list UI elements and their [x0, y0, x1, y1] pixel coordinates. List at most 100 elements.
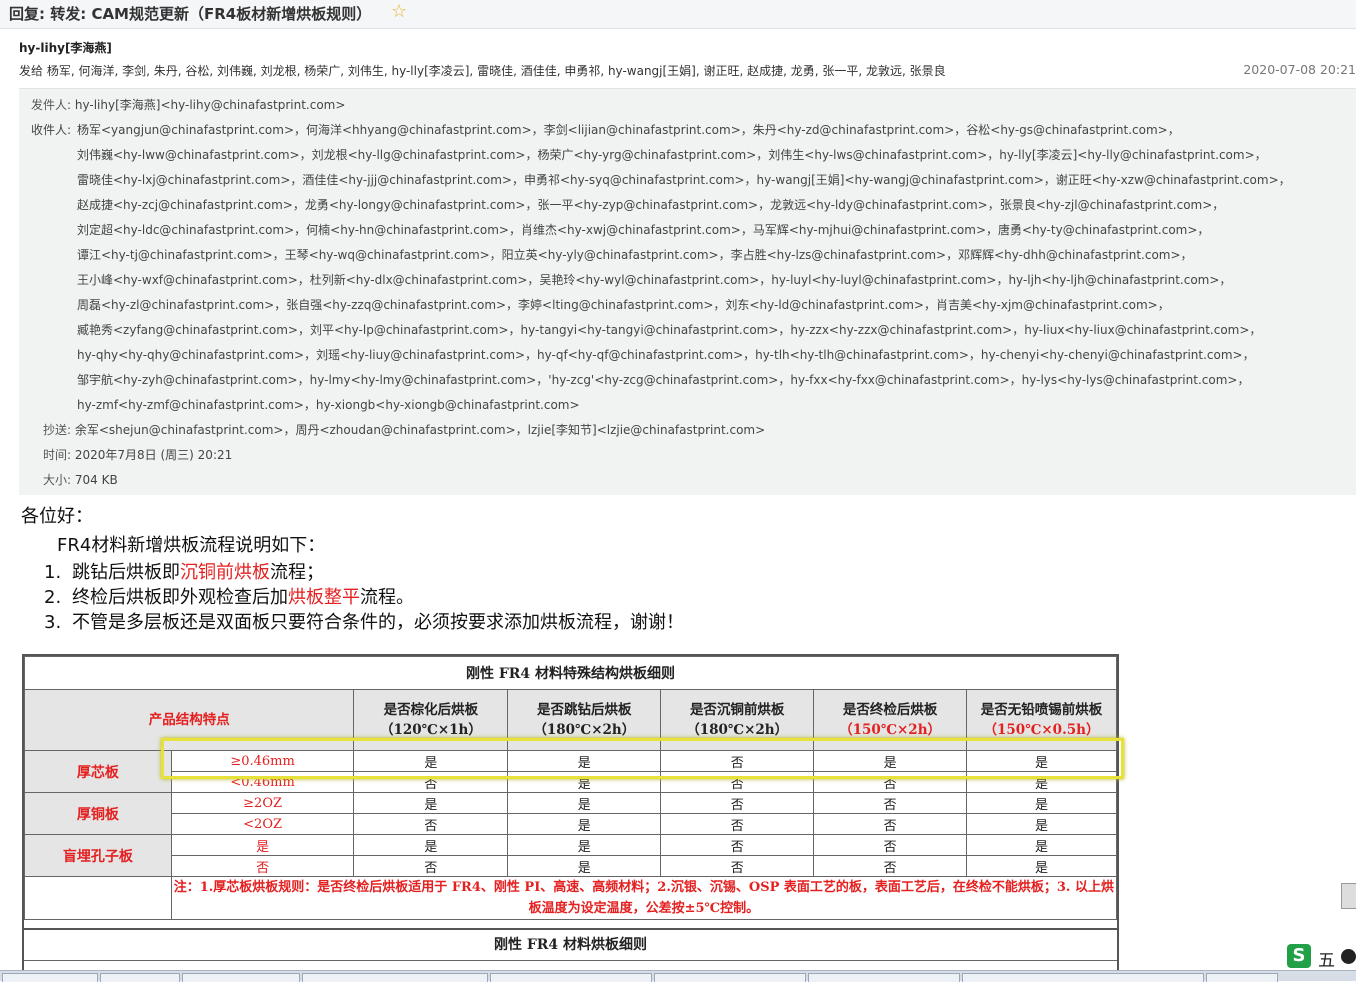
taskbar-item[interactable]: [490, 973, 652, 982]
group-name: 盲埋孔子板: [24, 834, 172, 877]
list-item: 1. 跳钻后烘板即沉铜前烘板流程；: [44, 558, 324, 584]
time-label: 时间:: [43, 448, 72, 462]
table-cell: 否: [660, 813, 815, 835]
to-line[interactable]: 周磊<hy-zl@chinafastprint.com>，张自强<hy-zzq@…: [77, 296, 1170, 313]
from-label: 发件人:: [31, 98, 72, 112]
title-bar: 回复: 转发: CAM规范更新（FR4板材新增烘板规则） ☆: [0, 0, 1356, 29]
table-cell: 是: [966, 855, 1117, 877]
sub-condition: 否: [170, 855, 355, 877]
table-cell: 是: [507, 792, 662, 814]
table-cell: 否: [813, 813, 968, 835]
cc-row: 抄送: 余军<shejun@chinafastprint.com>，周丹<zho…: [43, 421, 765, 438]
to-line[interactable]: 刘定超<hy-ldc@chinafastprint.com>，何楠<hy-hn@…: [77, 221, 1209, 238]
to-line[interactable]: 王小峰<hy-wxf@chinafastprint.com>，杜列新<hy-dl…: [77, 271, 1231, 288]
email-date: 2020-07-08 20:21: [1243, 62, 1356, 77]
size-label: 大小:: [43, 473, 72, 487]
taskbar-item[interactable]: [182, 973, 300, 982]
size-row: 大小: 704 KB: [43, 471, 118, 488]
table-cell: 否: [660, 855, 815, 877]
from-row: 发件人: hy-lihy[李海燕]<hy-lihy@chinafastprint…: [31, 96, 345, 113]
table-cell: 是: [353, 834, 509, 856]
taskbar-item[interactable]: [100, 973, 180, 982]
list-number: 3.: [44, 612, 62, 633]
cc-value[interactable]: 余军<shejun@chinafastprint.com>，周丹<zhoudan…: [75, 423, 765, 437]
taskbar-item[interactable]: [962, 973, 1204, 982]
from-value[interactable]: hy-lihy[李海燕]<hy-lihy@chinafastprint.com>: [75, 98, 346, 112]
table-cell: 是: [507, 813, 662, 835]
table-row: 否 否 是 否 否 是: [25, 855, 1117, 877]
list-text: 不管是多层板还是双面板只要符合条件的，必须按要求添加烘板流程，谢谢！: [72, 612, 684, 633]
table-title: 刚性 FR4 材料特殊结构烘板细则: [24, 656, 1117, 690]
table-cell: 否: [660, 834, 815, 856]
table-cell: 否: [353, 813, 509, 835]
second-table-title: 刚性 FR4 材料烘板细则: [24, 928, 1117, 961]
sub-condition: <2OZ: [170, 813, 355, 835]
group-name: 厚铜板: [24, 792, 172, 835]
sender-name[interactable]: hy-lihy[李海燕]: [19, 39, 112, 56]
email-header-details: 发件人: hy-lihy[李海燕]<hy-lihy@chinafastprint…: [19, 88, 1356, 495]
to-line[interactable]: 雷晓佳<hy-lxj@chinafastprint.com>，酒佳佳<hy-jj…: [77, 171, 1291, 188]
table-cell: 否: [353, 855, 509, 877]
table-cell: 否: [813, 792, 968, 814]
to-line[interactable]: hy-zmf<hy-zmf@chinafastprint.com>，hy-xio…: [77, 396, 580, 413]
table-row: 盲埋孔子板 是 是 是 否 否 是: [24, 834, 1117, 877]
taskbar-item[interactable]: [2, 973, 98, 982]
moon-icon[interactable]: [1341, 949, 1356, 964]
table-note-row: 注：1.厚芯板烘板规则：是否终检后烘板适用于 FR4、刚性 PI、高速、高频材料…: [24, 876, 1117, 920]
list-number: 2.: [44, 587, 62, 608]
taskbar-item[interactable]: [808, 973, 960, 982]
to-label: 收件人:: [31, 123, 72, 137]
sub-condition: ≥2OZ: [170, 792, 355, 814]
time-value: 2020年7月8日 (周三) 20:21: [74, 448, 233, 462]
intro-text: FR4材料新增烘板流程说明如下：: [57, 535, 326, 556]
list-text: 流程；: [270, 562, 324, 583]
table-row: <2OZ 否 是 否 否 是: [25, 813, 1117, 835]
list-text: 终检后烘板即外观检查后加: [72, 587, 288, 608]
table-cell: 否: [813, 834, 968, 856]
to-line[interactable]: 刘伟巍<hy-lww@chinafastprint.com>，刘龙根<hy-ll…: [77, 146, 1267, 163]
table-cell: 否: [660, 792, 815, 814]
list-highlight: 沉铜前烘板: [180, 562, 270, 583]
taskbar: [0, 970, 1356, 982]
embedded-table-image: 刚性 FR4 材料特殊结构烘板细则 产品结构特点 是否棕化后烘板 （120℃×1h…: [22, 654, 1119, 980]
baking-rules-table: 刚性 FR4 材料特殊结构烘板细则 产品结构特点 是否棕化后烘板 （120℃×1h…: [24, 656, 1117, 920]
to-line[interactable]: 谭江<hy-tj@chinafastprint.com>，王琴<hy-wq@ch…: [77, 246, 1193, 263]
table-row: 厚铜板 ≥2OZ 是 是 否 否 是: [24, 792, 1117, 835]
taskbar-item[interactable]: [1206, 973, 1278, 982]
to-line[interactable]: 赵成捷<hy-zcj@chinafastprint.com>，龙勇<hy-lon…: [77, 196, 1224, 213]
second-table: 刚性 FR4 材料烘板细则: [24, 928, 1117, 961]
greeting: 各位好：: [21, 506, 93, 527]
list-text: 跳钻后烘板即: [72, 562, 180, 583]
table-cell: 是: [966, 813, 1117, 835]
size-value: 704 KB: [74, 473, 118, 487]
list-text: 流程。: [360, 587, 414, 608]
table-cell: 是: [353, 792, 509, 814]
table-cell: 是: [966, 834, 1117, 856]
cc-label: 抄送:: [43, 423, 72, 437]
ime-toolbar[interactable]: S 五: [1287, 944, 1356, 971]
star-icon[interactable]: ☆: [391, 1, 407, 22]
scrollbar-thumb[interactable]: [1341, 883, 1356, 909]
table-cell: 是: [507, 855, 662, 877]
to-line[interactable]: 臧艳秀<zyfang@chinafastprint.com>，刘平<hy-lp@…: [77, 321, 1261, 338]
taskbar-item[interactable]: [654, 973, 806, 982]
ime-mode[interactable]: 五: [1318, 946, 1335, 971]
sub-condition: 是: [170, 834, 355, 856]
table-cell: 是: [507, 834, 662, 856]
ime-logo-icon[interactable]: S: [1287, 944, 1311, 968]
list-highlight: 烘板整平: [288, 587, 360, 608]
table-note: 注：1.厚芯板烘板规则：是否终检后烘板适用于 FR4、刚性 PI、高速、高频材料…: [170, 876, 1117, 920]
highlight-box: [161, 738, 1124, 779]
group-name: 厚芯板: [24, 750, 172, 793]
table-cell: 否: [813, 855, 968, 877]
list-item: 2. 终检后烘板即外观检查后加烘板整平流程。: [44, 583, 414, 609]
to-line[interactable]: 杨军<yangjun@chinafastprint.com>，何海洋<hhyan…: [77, 121, 1180, 138]
time-row: 时间: 2020年7月8日 (周三) 20:21: [43, 446, 232, 463]
to-line[interactable]: hy-qhy<hy-qhy@chinafastprint.com>，刘瑶<hy-…: [77, 346, 1255, 363]
taskbar-item[interactable]: [302, 973, 488, 982]
table-cell: 是: [966, 792, 1117, 814]
to-line[interactable]: 邹宇航<hy-zyh@chinafastprint.com>，hy-lmy<hy…: [77, 371, 1249, 388]
list-number: 1.: [44, 562, 62, 583]
recipients-summary[interactable]: 发给 杨军, 何海洋, 李剑, 朱丹, 谷松, 刘伟巍, 刘龙根, 杨荣广, 刘…: [19, 62, 946, 79]
list-item: 3. 不管是多层板还是双面板只要符合条件的，必须按要求添加烘板流程，谢谢！: [44, 608, 684, 634]
